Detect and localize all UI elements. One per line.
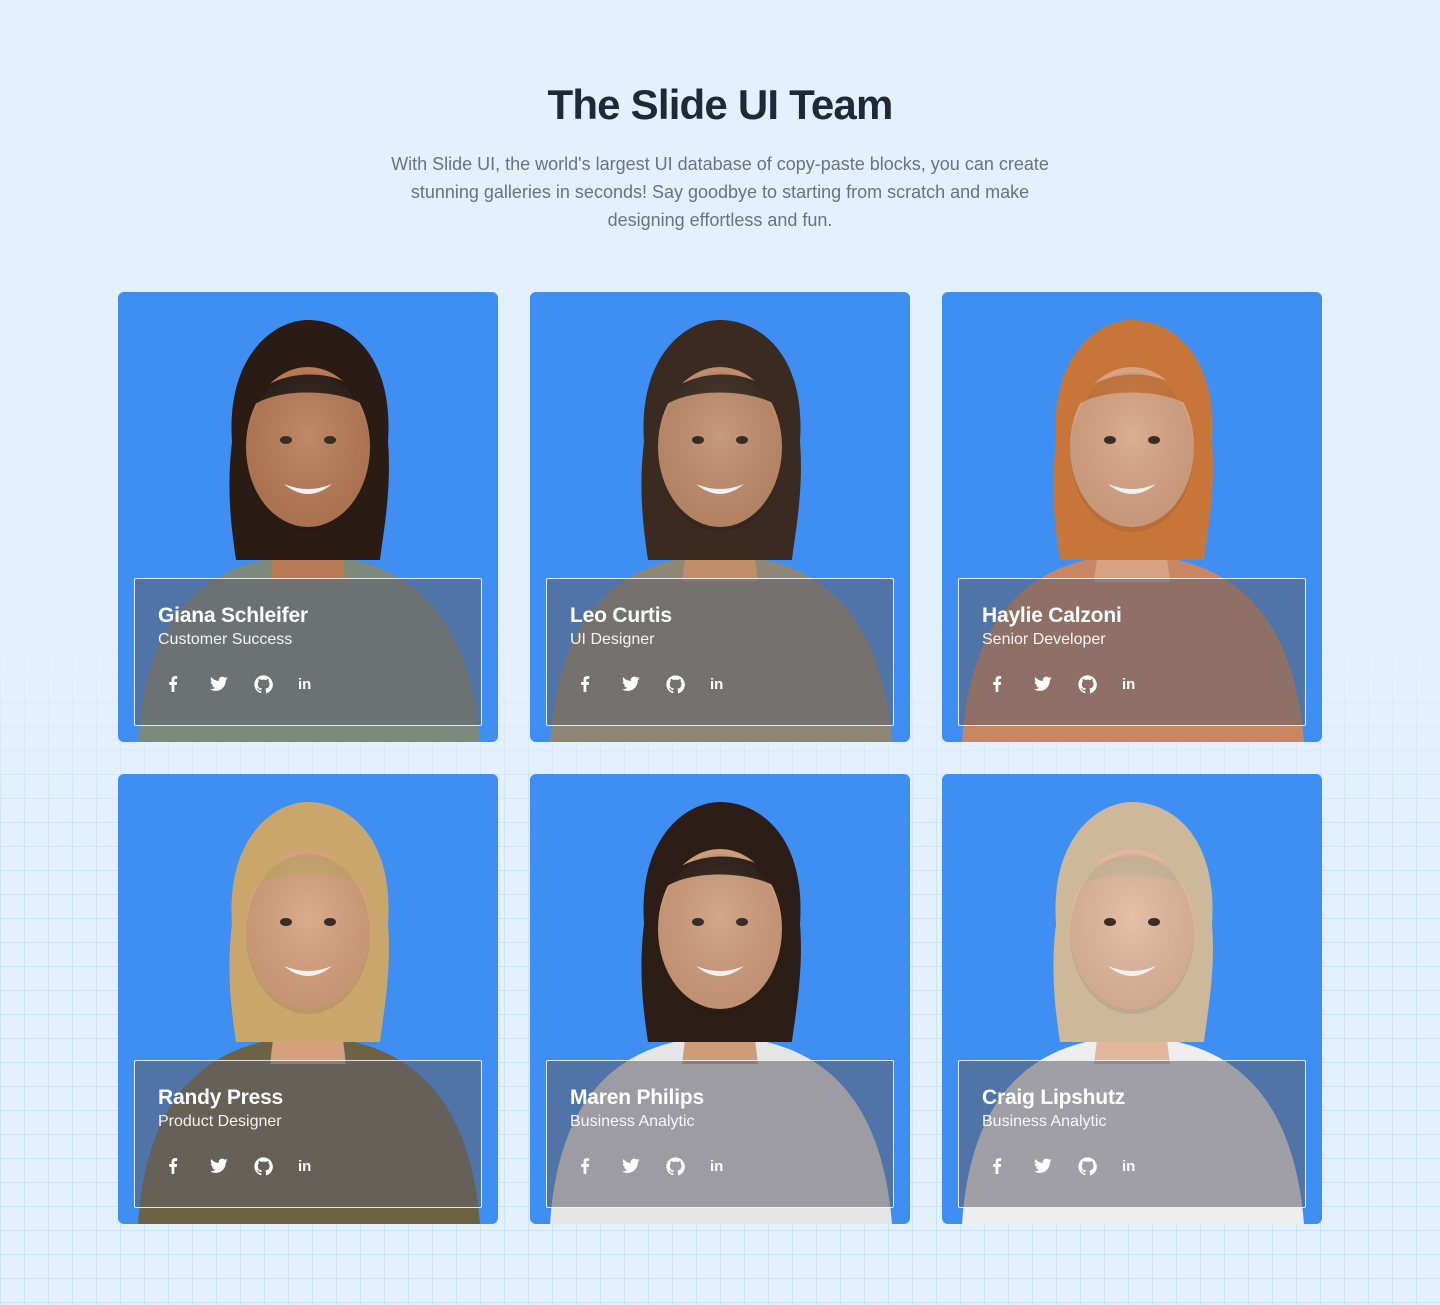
facebook-icon — [166, 1158, 180, 1174]
page-description: With Slide UI, the world's largest UI da… — [391, 154, 1049, 231]
twitter-icon — [210, 1158, 228, 1174]
member-role: Product Designer — [158, 1113, 282, 1130]
github-icon — [1078, 674, 1097, 694]
member-info-panel: Haylie Calzoni Senior Developer in — [958, 578, 1306, 726]
team-card: Giana Schleifer Customer Success in — [118, 292, 498, 742]
github-link[interactable] — [1070, 672, 1114, 696]
social-links: in — [982, 1154, 1282, 1178]
facebook-link[interactable] — [158, 1154, 202, 1178]
linkedin-icon: in — [710, 675, 724, 693]
facebook-icon — [578, 1158, 592, 1174]
facebook-link[interactable] — [982, 672, 1026, 696]
twitter-link[interactable] — [202, 1154, 246, 1178]
github-link[interactable] — [658, 1154, 702, 1178]
linkedin-link[interactable]: in — [1114, 672, 1158, 696]
linkedin-link[interactable]: in — [702, 1154, 746, 1178]
team-card: Haylie Calzoni Senior Developer in — [942, 292, 1322, 742]
facebook-link[interactable] — [570, 1154, 614, 1178]
github-link[interactable] — [658, 672, 702, 696]
team-card: Craig Lipshutz Business Analytic in — [942, 774, 1322, 1224]
twitter-icon — [1034, 1158, 1052, 1174]
linkedin-link[interactable]: in — [1114, 1154, 1158, 1178]
linkedin-link[interactable]: in — [290, 1154, 334, 1178]
facebook-icon — [166, 676, 180, 692]
github-icon — [254, 1156, 273, 1176]
linkedin-link[interactable]: in — [702, 672, 746, 696]
facebook-link[interactable] — [570, 672, 614, 696]
team-card: Randy Press Product Designer in — [118, 774, 498, 1224]
team-card: Leo Curtis UI Designer in — [530, 292, 910, 742]
twitter-icon — [1034, 676, 1052, 692]
team-card: Maren Philips Business Analytic in — [530, 774, 910, 1224]
facebook-icon — [990, 1158, 1004, 1174]
twitter-link[interactable] — [1026, 1154, 1070, 1178]
social-links: in — [158, 672, 458, 696]
facebook-link[interactable] — [158, 672, 202, 696]
member-info-panel: Maren Philips Business Analytic in — [546, 1060, 894, 1208]
member-role: Business Analytic — [982, 1113, 1107, 1130]
github-icon — [666, 674, 685, 694]
team-grid: Giana Schleifer Customer Success in Leo Cur… — [118, 292, 1322, 1224]
github-link[interactable] — [246, 1154, 290, 1178]
linkedin-icon: in — [1122, 675, 1136, 693]
twitter-icon — [622, 1158, 640, 1174]
team-header: The Slide UI Team With Slide UI, the wor… — [0, 0, 1440, 234]
social-links: in — [158, 1154, 458, 1178]
linkedin-link[interactable]: in — [290, 672, 334, 696]
github-icon — [254, 674, 273, 694]
linkedin-icon: in — [298, 675, 312, 693]
member-name: Giana Schleifer — [158, 604, 308, 627]
github-icon — [666, 1156, 685, 1176]
linkedin-icon: in — [1122, 1157, 1136, 1175]
member-name: Haylie Calzoni — [982, 604, 1122, 627]
github-icon — [1078, 1156, 1097, 1176]
member-role: Business Analytic — [570, 1113, 695, 1130]
member-info-panel: Craig Lipshutz Business Analytic in — [958, 1060, 1306, 1208]
social-links: in — [570, 1154, 870, 1178]
page-title: The Slide UI Team — [547, 81, 893, 128]
member-name: Leo Curtis — [570, 604, 672, 627]
twitter-link[interactable] — [1026, 672, 1070, 696]
linkedin-icon: in — [710, 1157, 724, 1175]
twitter-link[interactable] — [614, 672, 658, 696]
github-link[interactable] — [1070, 1154, 1114, 1178]
member-info-panel: Giana Schleifer Customer Success in — [134, 578, 482, 726]
member-role: Customer Success — [158, 631, 293, 648]
github-link[interactable] — [246, 672, 290, 696]
facebook-icon — [578, 676, 592, 692]
twitter-icon — [622, 676, 640, 692]
linkedin-icon: in — [298, 1157, 312, 1175]
social-links: in — [982, 672, 1282, 696]
member-role: Senior Developer — [982, 631, 1106, 648]
social-links: in — [570, 672, 870, 696]
member-role: UI Designer — [570, 631, 655, 648]
member-info-panel: Randy Press Product Designer in — [134, 1060, 482, 1208]
facebook-link[interactable] — [982, 1154, 1026, 1178]
twitter-icon — [210, 676, 228, 692]
twitter-link[interactable] — [614, 1154, 658, 1178]
twitter-link[interactable] — [202, 672, 246, 696]
member-name: Maren Philips — [570, 1086, 704, 1109]
facebook-icon — [990, 676, 1004, 692]
member-info-panel: Leo Curtis UI Designer in — [546, 578, 894, 726]
member-name: Randy Press — [158, 1086, 284, 1109]
member-name: Craig Lipshutz — [982, 1086, 1126, 1109]
